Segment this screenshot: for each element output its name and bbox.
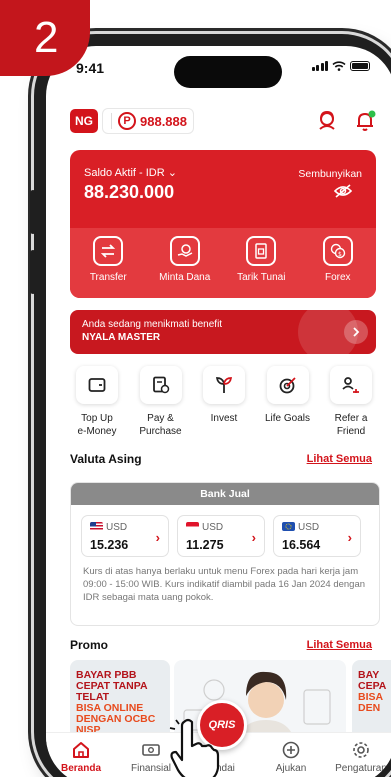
forex-icon: $ bbox=[322, 236, 353, 266]
rate-value: 16.564 bbox=[282, 538, 321, 552]
bill-icon bbox=[152, 376, 169, 394]
status-icons bbox=[311, 61, 370, 71]
balance-label[interactable]: Saldo Aktif - IDR ⌄ bbox=[84, 166, 177, 179]
menu-top-up[interactable]: Top Up e-Money bbox=[66, 366, 128, 438]
settings-icon bbox=[353, 742, 369, 758]
rate-value: 15.236 bbox=[90, 538, 129, 552]
wifi-icon bbox=[332, 61, 346, 71]
request-money-icon bbox=[169, 236, 200, 266]
menu-invest[interactable]: Invest bbox=[193, 366, 255, 438]
menu-pay-purchase[interactable]: Pay & Purchase bbox=[130, 366, 192, 438]
balance-card: Saldo Aktif - IDR ⌄ 88.230.000 Sembunyik… bbox=[70, 150, 376, 298]
money-icon bbox=[142, 744, 160, 756]
forex-see-all-link[interactable]: Lihat Semua bbox=[307, 453, 372, 465]
target-icon bbox=[279, 377, 296, 394]
menu-refer-friend[interactable]: Refer a Friend bbox=[320, 366, 382, 438]
quick-menu: Top Up e-Money Pay & Purchase Invest Lif… bbox=[66, 366, 382, 438]
menu-label: Top Up e-Money bbox=[77, 413, 117, 437]
plus-circle-icon bbox=[282, 741, 300, 759]
rate-card[interactable]: USD 15.236 › bbox=[81, 515, 169, 557]
benefit-tier: NYALA MASTER bbox=[82, 332, 161, 343]
home-icon bbox=[73, 742, 89, 758]
signal-icon bbox=[311, 61, 328, 71]
menu-label: Life Goals bbox=[264, 413, 311, 424]
notification-bell-icon[interactable] bbox=[354, 110, 376, 132]
balance-value: 88.230.000 bbox=[84, 182, 175, 202]
forex-rates-card: Bank Jual USD 15.236 › USD 11.275 › USD … bbox=[70, 482, 380, 626]
forex-disclaimer: Kurs di atas hanya berlaku untuk menu Fo… bbox=[83, 566, 366, 603]
tab-ajukan[interactable]: Ajukan bbox=[256, 733, 326, 777]
rate-card[interactable]: USD 16.564 › bbox=[273, 515, 361, 557]
plant-icon bbox=[215, 377, 233, 393]
promo-headline: BAYAR PBB CEPAT TANPA TELAT BISA ONLINE … bbox=[76, 669, 156, 736]
chevron-right-icon: › bbox=[155, 530, 160, 545]
cash-withdrawal-icon bbox=[246, 236, 277, 266]
promo-section-title: Promo bbox=[70, 638, 109, 652]
sg-flag-icon bbox=[186, 522, 199, 531]
us-flag-icon bbox=[90, 522, 103, 531]
menu-label: Refer a Friend bbox=[334, 413, 368, 437]
promo-headline: BAY CEPA BISA DEN bbox=[358, 669, 387, 714]
divider bbox=[111, 113, 112, 129]
phone-screen: 9:41 NG P 988.888 Saldo Aktif - IDR ⌄ 88… bbox=[46, 46, 391, 777]
points-pill[interactable]: P 988.888 bbox=[102, 108, 194, 134]
chevron-right-icon[interactable] bbox=[344, 320, 368, 344]
tab-label: Pengaturan bbox=[335, 763, 387, 774]
account-badge[interactable]: NG bbox=[70, 109, 98, 133]
forex-button[interactable]: $ Forex bbox=[300, 228, 377, 298]
support-agent-icon[interactable] bbox=[316, 110, 338, 132]
svg-text:$: $ bbox=[338, 251, 342, 258]
chevron-right-icon: › bbox=[251, 530, 256, 545]
phone-side-button bbox=[30, 190, 36, 234]
app-header: NG P 988.888 bbox=[70, 104, 376, 138]
request-money-label: Minta Dana bbox=[159, 272, 211, 283]
transfer-icon bbox=[93, 236, 124, 266]
bank-sell-tab[interactable]: Bank Jual bbox=[71, 483, 379, 505]
eu-flag-icon bbox=[282, 522, 295, 531]
rate-card[interactable]: USD 11.275 › bbox=[177, 515, 265, 557]
promo-see-all-link[interactable]: Lihat Semua bbox=[307, 639, 372, 651]
battery-icon bbox=[350, 61, 370, 71]
transfer-button[interactable]: Transfer bbox=[70, 228, 147, 298]
request-money-button[interactable]: Minta Dana bbox=[147, 228, 224, 298]
tap-hand-icon bbox=[168, 718, 220, 777]
hide-balance-label[interactable]: Sembunyikan bbox=[298, 168, 362, 180]
dynamic-island bbox=[174, 56, 282, 88]
menu-life-goals[interactable]: Life Goals bbox=[257, 366, 319, 438]
points-icon: P bbox=[118, 112, 136, 130]
benefit-text: Anda sedang menikmati benefit bbox=[82, 319, 223, 330]
forex-label: Forex bbox=[324, 272, 351, 283]
status-time: 9:41 bbox=[76, 60, 105, 76]
cash-withdrawal-label: Tarik Tunai bbox=[237, 272, 286, 283]
wallet-icon bbox=[88, 378, 106, 392]
tab-label: Ajukan bbox=[275, 763, 307, 774]
tab-label: Beranda bbox=[60, 763, 101, 774]
points-value: 988.888 bbox=[140, 113, 187, 129]
currency-code: USD bbox=[106, 522, 128, 533]
rate-value: 11.275 bbox=[186, 538, 224, 552]
menu-label: Pay & Purchase bbox=[139, 413, 182, 437]
forex-section-title: Valuta Asing bbox=[70, 452, 142, 466]
cash-withdrawal-button[interactable]: Tarik Tunai bbox=[223, 228, 300, 298]
tab-label: Finansial bbox=[130, 763, 172, 774]
chevron-down-icon: ⌄ bbox=[167, 167, 177, 179]
transfer-label: Transfer bbox=[89, 272, 127, 283]
tab-pengaturan[interactable]: Pengaturan bbox=[326, 733, 391, 777]
eye-off-icon[interactable] bbox=[334, 184, 352, 198]
menu-label: Invest bbox=[210, 413, 238, 424]
chevron-right-icon: › bbox=[347, 530, 352, 545]
phone-side-button bbox=[30, 250, 36, 294]
currency-code: USD bbox=[202, 522, 224, 533]
tab-beranda[interactable]: Beranda bbox=[46, 733, 116, 777]
refer-friend-icon bbox=[342, 377, 359, 393]
currency-code: USD bbox=[298, 522, 320, 533]
benefit-banner[interactable]: Anda sedang menikmati benefit NYALA MAST… bbox=[70, 310, 376, 354]
